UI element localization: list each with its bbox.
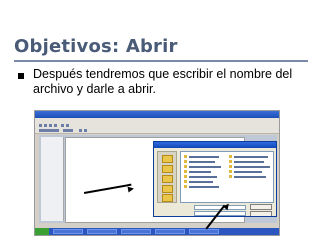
title-underline [14,60,308,62]
arrow-head-icon [127,185,135,193]
screenshot-taskbar [35,228,279,235]
slide-title: Objetivos: Abrir [14,36,178,57]
open-button[interactable] [250,204,272,210]
open-dialog-file-list [180,151,274,203]
folder-icon [162,185,173,193]
cancel-button[interactable] [250,211,272,216]
screenshot-format-toolbar [35,128,279,134]
folder-icon [162,175,173,183]
folder-icon [162,165,173,173]
open-dialog-places-bar [157,151,177,203]
word-open-dialog-screenshot [34,110,280,236]
open-dialog-titlebar [154,142,276,148]
bullet-square-icon [18,73,24,79]
folder-icon [162,194,173,202]
start-button [35,228,49,235]
bullet-text: Después tendremos que escribir el nombre… [33,67,293,96]
folder-icon [162,155,173,163]
open-dialog [153,141,277,217]
screenshot-titlebar [35,111,279,118]
screenshot-task-pane [41,137,64,221]
